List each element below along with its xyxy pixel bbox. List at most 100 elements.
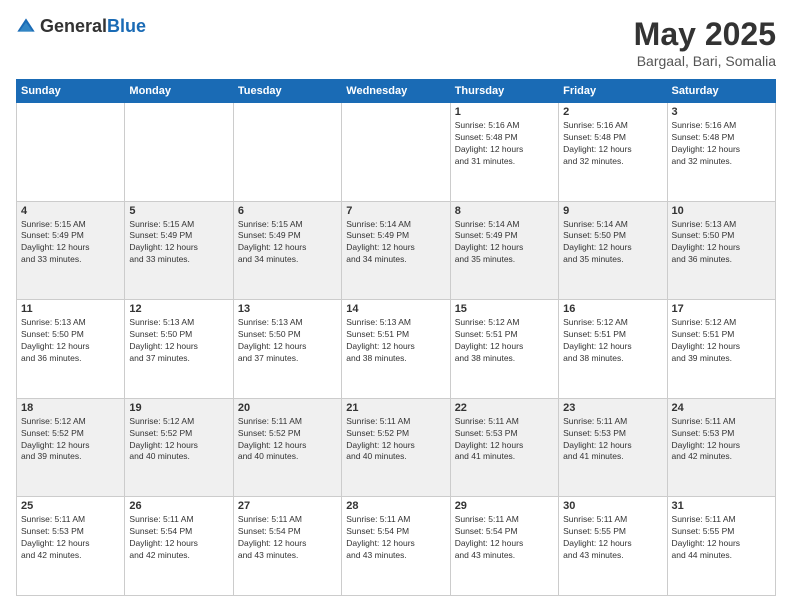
day-number: 31 xyxy=(672,500,771,512)
calendar-cell: 23Sunrise: 5:11 AM Sunset: 5:53 PM Dayli… xyxy=(559,398,667,497)
day-info: Sunrise: 5:15 AM Sunset: 5:49 PM Dayligh… xyxy=(129,219,228,267)
day-info: Sunrise: 5:11 AM Sunset: 5:54 PM Dayligh… xyxy=(238,514,337,562)
day-info: Sunrise: 5:11 AM Sunset: 5:53 PM Dayligh… xyxy=(21,514,120,562)
day-info: Sunrise: 5:11 AM Sunset: 5:52 PM Dayligh… xyxy=(346,416,445,464)
calendar-week-row: 1Sunrise: 5:16 AM Sunset: 5:48 PM Daylig… xyxy=(17,103,776,202)
day-number: 27 xyxy=(238,500,337,512)
day-number: 10 xyxy=(672,205,771,217)
day-header-sunday: Sunday xyxy=(17,80,125,103)
day-header-monday: Monday xyxy=(125,80,233,103)
day-info: Sunrise: 5:12 AM Sunset: 5:51 PM Dayligh… xyxy=(455,317,554,365)
day-info: Sunrise: 5:11 AM Sunset: 5:53 PM Dayligh… xyxy=(672,416,771,464)
day-number: 29 xyxy=(455,500,554,512)
calendar-cell: 12 Sunrise: 5:13 AM Sunset: 5:50 PM Dayli… xyxy=(125,300,233,399)
logo-text: GeneralBlue xyxy=(40,16,146,37)
day-number: 3 xyxy=(672,106,771,118)
day-header-tuesday: Tuesday xyxy=(233,80,341,103)
day-number: 22 xyxy=(455,402,554,414)
calendar-cell: 13 Sunrise: 5:13 AM Sunset: 5:50 PM Dayli… xyxy=(233,300,341,399)
calendar-cell: 17Sunrise: 5:12 AM Sunset: 5:51 PM Dayli… xyxy=(667,300,775,399)
logo-blue: Blue xyxy=(107,16,146,36)
day-number: 17 xyxy=(672,303,771,315)
calendar-cell xyxy=(17,103,125,202)
calendar-cell: 7 Sunrise: 5:14 AM Sunset: 5:49 PM Daylig… xyxy=(342,201,450,300)
logo-general: General xyxy=(40,16,107,36)
calendar-cell: 8 Sunrise: 5:14 AM Sunset: 5:49 PM Daylig… xyxy=(450,201,558,300)
calendar-cell: 28Sunrise: 5:11 AM Sunset: 5:54 PM Dayli… xyxy=(342,497,450,596)
day-info: Sunrise: 5:13 AM Sunset: 5:50 PM Dayligh… xyxy=(672,219,771,267)
calendar-cell: 10 Sunrise: 5:13 AM Sunset: 5:50 PM Dayli… xyxy=(667,201,775,300)
day-number: 14 xyxy=(346,303,445,315)
day-info: Sunrise: 5:13 AM Sunset: 5:50 PM Dayligh… xyxy=(21,317,120,365)
day-number: 26 xyxy=(129,500,228,512)
day-header-wednesday: Wednesday xyxy=(342,80,450,103)
calendar-header-row: SundayMondayTuesdayWednesdayThursdayFrid… xyxy=(17,80,776,103)
day-number: 2 xyxy=(563,106,662,118)
day-number: 4 xyxy=(21,205,120,217)
day-number: 8 xyxy=(455,205,554,217)
logo: GeneralBlue xyxy=(16,16,146,37)
day-number: 25 xyxy=(21,500,120,512)
day-number: 13 xyxy=(238,303,337,315)
day-number: 16 xyxy=(563,303,662,315)
header: GeneralBlue May 2025 Bargaal, Bari, Soma… xyxy=(16,16,776,69)
day-info: Sunrise: 5:14 AM Sunset: 5:50 PM Dayligh… xyxy=(563,219,662,267)
day-number: 18 xyxy=(21,402,120,414)
calendar-cell: 4 Sunrise: 5:15 AM Sunset: 5:49 PM Daylig… xyxy=(17,201,125,300)
calendar-cell: 5Sunrise: 5:15 AM Sunset: 5:49 PM Daylig… xyxy=(125,201,233,300)
day-number: 6 xyxy=(238,205,337,217)
day-info: Sunrise: 5:11 AM Sunset: 5:52 PM Dayligh… xyxy=(238,416,337,464)
day-info: Sunrise: 5:14 AM Sunset: 5:49 PM Dayligh… xyxy=(346,219,445,267)
day-info: Sunrise: 5:11 AM Sunset: 5:54 PM Dayligh… xyxy=(455,514,554,562)
calendar-cell: 22 Sunrise: 5:11 AM Sunset: 5:53 PM Dayli… xyxy=(450,398,558,497)
calendar-week-row: 4 Sunrise: 5:15 AM Sunset: 5:49 PM Daylig… xyxy=(17,201,776,300)
day-number: 20 xyxy=(238,402,337,414)
calendar-week-row: 11Sunrise: 5:13 AM Sunset: 5:50 PM Dayli… xyxy=(17,300,776,399)
calendar-cell: 25 Sunrise: 5:11 AM Sunset: 5:53 PM Dayli… xyxy=(17,497,125,596)
day-info: Sunrise: 5:11 AM Sunset: 5:53 PM Dayligh… xyxy=(455,416,554,464)
day-info: Sunrise: 5:16 AM Sunset: 5:48 PM Dayligh… xyxy=(563,120,662,168)
title-block: May 2025 Bargaal, Bari, Somalia xyxy=(634,16,776,69)
day-info: Sunrise: 5:11 AM Sunset: 5:55 PM Dayligh… xyxy=(563,514,662,562)
calendar-cell xyxy=(125,103,233,202)
day-header-saturday: Saturday xyxy=(667,80,775,103)
day-header-friday: Friday xyxy=(559,80,667,103)
calendar-cell: 31 Sunrise: 5:11 AM Sunset: 5:55 PM Dayli… xyxy=(667,497,775,596)
day-info: Sunrise: 5:16 AM Sunset: 5:48 PM Dayligh… xyxy=(455,120,554,168)
day-info: Sunrise: 5:15 AM Sunset: 5:49 PM Dayligh… xyxy=(21,219,120,267)
day-number: 7 xyxy=(346,205,445,217)
day-info: Sunrise: 5:12 AM Sunset: 5:51 PM Dayligh… xyxy=(563,317,662,365)
calendar-cell: 16 Sunrise: 5:12 AM Sunset: 5:51 PM Dayli… xyxy=(559,300,667,399)
calendar-cell: 2 Sunrise: 5:16 AM Sunset: 5:48 PM Daylig… xyxy=(559,103,667,202)
page: GeneralBlue May 2025 Bargaal, Bari, Soma… xyxy=(0,0,792,612)
calendar-cell: 9 Sunrise: 5:14 AM Sunset: 5:50 PM Daylig… xyxy=(559,201,667,300)
calendar-cell: 30Sunrise: 5:11 AM Sunset: 5:55 PM Dayli… xyxy=(559,497,667,596)
location: Bargaal, Bari, Somalia xyxy=(634,53,776,69)
calendar-cell: 27 Sunrise: 5:11 AM Sunset: 5:54 PM Dayli… xyxy=(233,497,341,596)
day-number: 15 xyxy=(455,303,554,315)
day-number: 9 xyxy=(563,205,662,217)
calendar-table: SundayMondayTuesdayWednesdayThursdayFrid… xyxy=(16,79,776,596)
calendar-cell: 18 Sunrise: 5:12 AM Sunset: 5:52 PM Dayli… xyxy=(17,398,125,497)
day-number: 28 xyxy=(346,500,445,512)
day-info: Sunrise: 5:11 AM Sunset: 5:55 PM Dayligh… xyxy=(672,514,771,562)
day-number: 24 xyxy=(672,402,771,414)
day-info: Sunrise: 5:12 AM Sunset: 5:52 PM Dayligh… xyxy=(21,416,120,464)
day-info: Sunrise: 5:13 AM Sunset: 5:50 PM Dayligh… xyxy=(238,317,337,365)
calendar-cell: 21Sunrise: 5:11 AM Sunset: 5:52 PM Dayli… xyxy=(342,398,450,497)
calendar-cell: 1Sunrise: 5:16 AM Sunset: 5:48 PM Daylig… xyxy=(450,103,558,202)
logo-icon xyxy=(16,17,36,37)
calendar-cell xyxy=(233,103,341,202)
calendar-week-row: 25 Sunrise: 5:11 AM Sunset: 5:53 PM Dayli… xyxy=(17,497,776,596)
day-info: Sunrise: 5:13 AM Sunset: 5:50 PM Dayligh… xyxy=(129,317,228,365)
day-number: 12 xyxy=(129,303,228,315)
day-number: 19 xyxy=(129,402,228,414)
day-info: Sunrise: 5:16 AM Sunset: 5:48 PM Dayligh… xyxy=(672,120,771,168)
calendar-week-row: 18 Sunrise: 5:12 AM Sunset: 5:52 PM Dayli… xyxy=(17,398,776,497)
calendar-cell: 3 Sunrise: 5:16 AM Sunset: 5:48 PM Daylig… xyxy=(667,103,775,202)
calendar-cell: 20 Sunrise: 5:11 AM Sunset: 5:52 PM Dayli… xyxy=(233,398,341,497)
month-title: May 2025 xyxy=(634,16,776,53)
calendar-cell xyxy=(342,103,450,202)
day-info: Sunrise: 5:14 AM Sunset: 5:49 PM Dayligh… xyxy=(455,219,554,267)
calendar-cell: 29 Sunrise: 5:11 AM Sunset: 5:54 PM Dayli… xyxy=(450,497,558,596)
